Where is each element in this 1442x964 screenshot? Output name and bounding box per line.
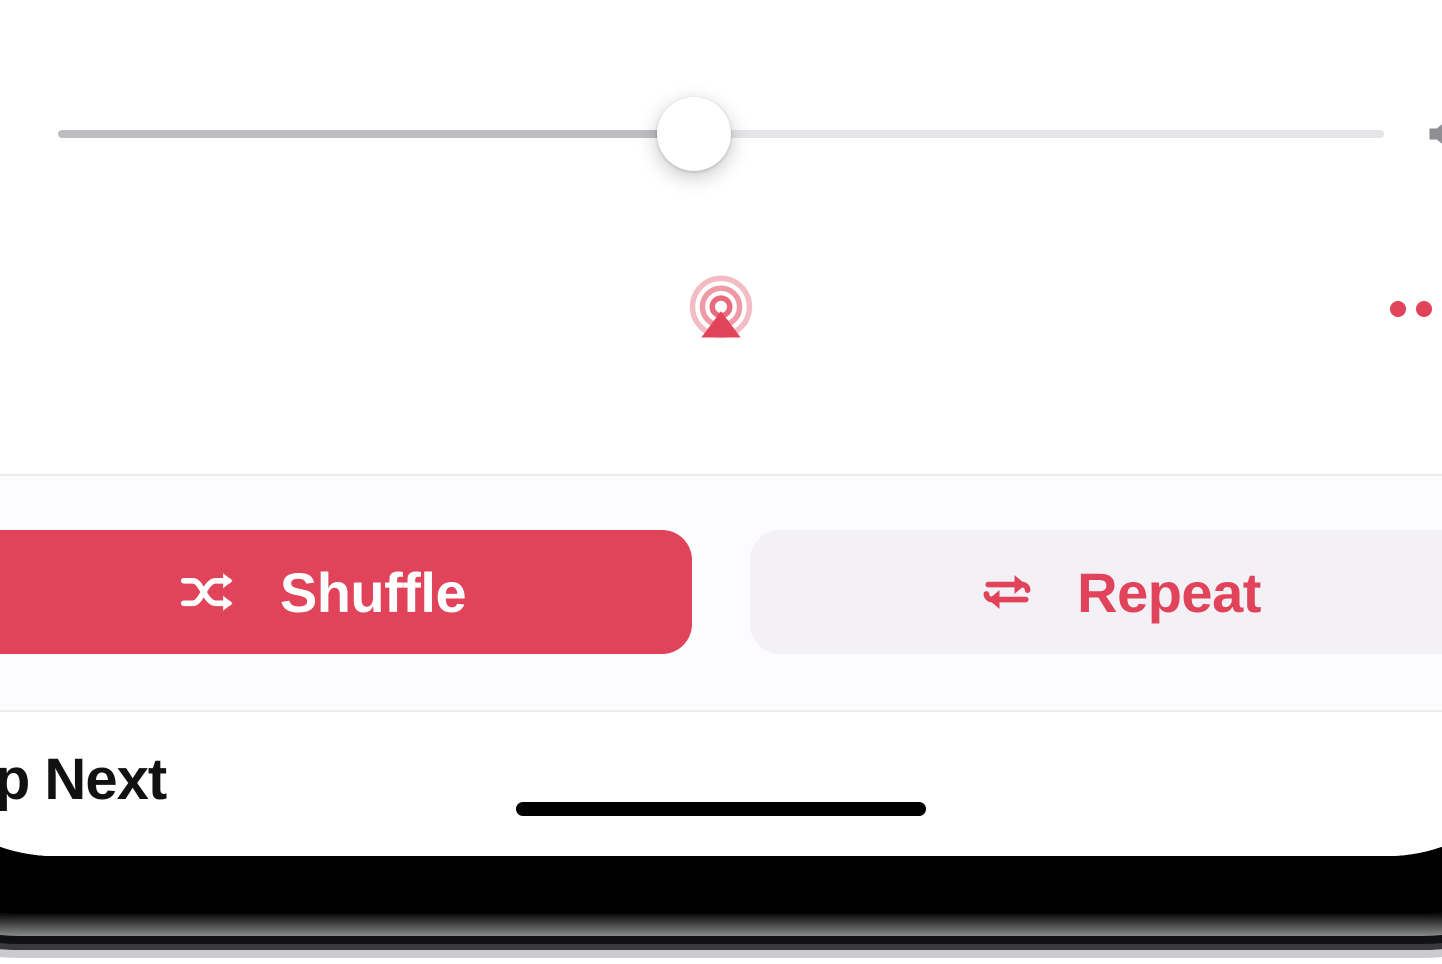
device-frame: Shuffle Repeat Up Next [0, 0, 1442, 950]
more-button[interactable] [1390, 301, 1442, 317]
now-playing-view: Shuffle Repeat Up Next [0, 0, 1442, 856]
playback-mode-panel: Shuffle Repeat [0, 474, 1442, 712]
home-indicator[interactable] [516, 802, 926, 816]
airplay-button[interactable] [681, 269, 761, 349]
device-screen: Shuffle Repeat Up Next [0, 0, 1442, 856]
repeat-label: Repeat [1077, 560, 1261, 625]
more-icon [1390, 301, 1406, 317]
up-next-section: Up Next [0, 710, 1442, 856]
volume-row [0, 74, 1442, 194]
airplay-icon [686, 274, 756, 344]
shuffle-icon [180, 567, 240, 617]
device-bezel: Shuffle Repeat Up Next [0, 0, 1442, 914]
shuffle-button[interactable]: Shuffle [0, 530, 692, 654]
speaker-loud-icon [1424, 112, 1442, 156]
repeat-icon [977, 567, 1037, 617]
volume-slider[interactable] [58, 130, 1384, 138]
speaker-mute-icon [0, 112, 18, 156]
output-row [0, 254, 1442, 364]
volume-slider-fill [58, 130, 694, 138]
repeat-button[interactable]: Repeat [750, 530, 1442, 654]
volume-slider-thumb[interactable] [657, 97, 731, 171]
shuffle-label: Shuffle [280, 560, 466, 625]
more-icon [1416, 301, 1432, 317]
